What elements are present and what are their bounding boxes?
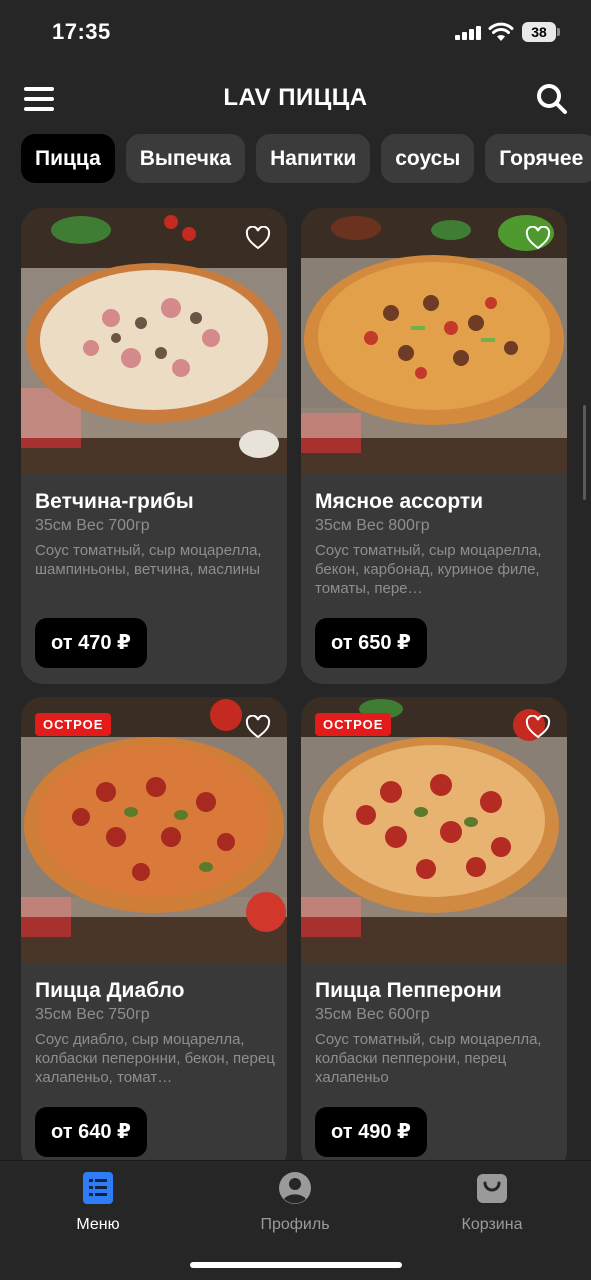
- status-bar: 17:35 38: [0, 0, 591, 64]
- product-title: Пицца Диабло: [35, 979, 185, 1002]
- profile-icon: [279, 1172, 311, 1204]
- product-card-meat-assorted[interactable]: Мясное ассорти 35см Вес 800гр Соус томат…: [301, 208, 567, 684]
- heart-favorite-icon[interactable]: [525, 226, 551, 250]
- nav-item-cart[interactable]: Корзина: [427, 1171, 557, 1234]
- product-description: Соус томатный, сыр моцарелла, шампиньоны…: [35, 542, 262, 578]
- tab-sauces[interactable]: соусы: [381, 134, 475, 183]
- cart-bag-icon: [477, 1174, 507, 1203]
- heart-favorite-icon[interactable]: [525, 715, 551, 739]
- nav-item-profile[interactable]: Профиль: [230, 1171, 360, 1234]
- tab-pastry[interactable]: Выпечка: [125, 134, 246, 183]
- product-title: Пицца Пепперони: [315, 979, 502, 1002]
- product-weight: 35см Вес 700гр: [35, 517, 150, 534]
- app-title: LAV ПИЦЦА: [223, 84, 368, 111]
- product-card-ham-mushroom[interactable]: Ветчина-грибы 35см Вес 700гр Соус томатн…: [21, 208, 287, 684]
- tab-hot[interactable]: Горячее: [485, 134, 591, 183]
- hamburger-menu-icon[interactable]: [22, 84, 58, 114]
- product-title: Мясное ассорти: [315, 490, 484, 513]
- price-button[interactable]: от 490 ₽: [315, 1107, 427, 1157]
- scrollbar[interactable]: [583, 405, 586, 500]
- spicy-badge: ОСТРОЕ: [315, 713, 392, 736]
- product-card-diablo[interactable]: ОСТРОЕ Пицца Диабло 35см Вес 750гр Соус …: [21, 697, 287, 1173]
- nav-label: Меню: [76, 1216, 120, 1233]
- nav-label: Профиль: [260, 1216, 330, 1233]
- cellular-signal-icon: [455, 26, 481, 40]
- tab-pizza[interactable]: Пицца: [21, 134, 115, 183]
- heart-favorite-icon[interactable]: [245, 715, 271, 739]
- search-icon[interactable]: [535, 82, 569, 116]
- wifi-icon: [488, 22, 514, 41]
- product-description: Соус диабло, сыр моцарелла, колбаски пеп…: [35, 1031, 275, 1086]
- battery-level: 38: [522, 22, 556, 42]
- heart-favorite-icon[interactable]: [245, 226, 271, 250]
- battery-icon: 38: [522, 22, 560, 42]
- product-card-pepperoni[interactable]: ОСТРОЕ Пицца Пепперони 35см Вес 600гр Со…: [301, 697, 567, 1173]
- app-header: LAV ПИЦЦА: [0, 70, 591, 128]
- product-weight: 35см Вес 600гр: [315, 1006, 430, 1023]
- menu-list-icon: [83, 1172, 113, 1204]
- product-weight: 35см Вес 800гр: [315, 517, 430, 534]
- product-description: Соус томатный, сыр моцарелла, колбаски п…: [315, 1031, 542, 1086]
- tab-drinks[interactable]: Напитки: [256, 134, 371, 183]
- home-indicator[interactable]: [190, 1262, 402, 1268]
- product-description: Соус томатный, сыр моцарелла, бекон, кар…: [315, 542, 542, 597]
- spicy-badge: ОСТРОЕ: [35, 713, 112, 736]
- nav-label: Корзина: [461, 1216, 523, 1233]
- nav-item-menu[interactable]: Меню: [33, 1171, 163, 1234]
- product-title: Ветчина-грибы: [35, 490, 194, 513]
- category-tabs: Пицца Выпечка Напитки соусы Горячее: [21, 134, 591, 184]
- status-time: 17:35: [52, 19, 111, 44]
- price-button[interactable]: от 650 ₽: [315, 618, 427, 668]
- price-button[interactable]: от 470 ₽: [35, 618, 147, 668]
- product-weight: 35см Вес 750гр: [35, 1006, 150, 1023]
- price-button[interactable]: от 640 ₽: [35, 1107, 147, 1157]
